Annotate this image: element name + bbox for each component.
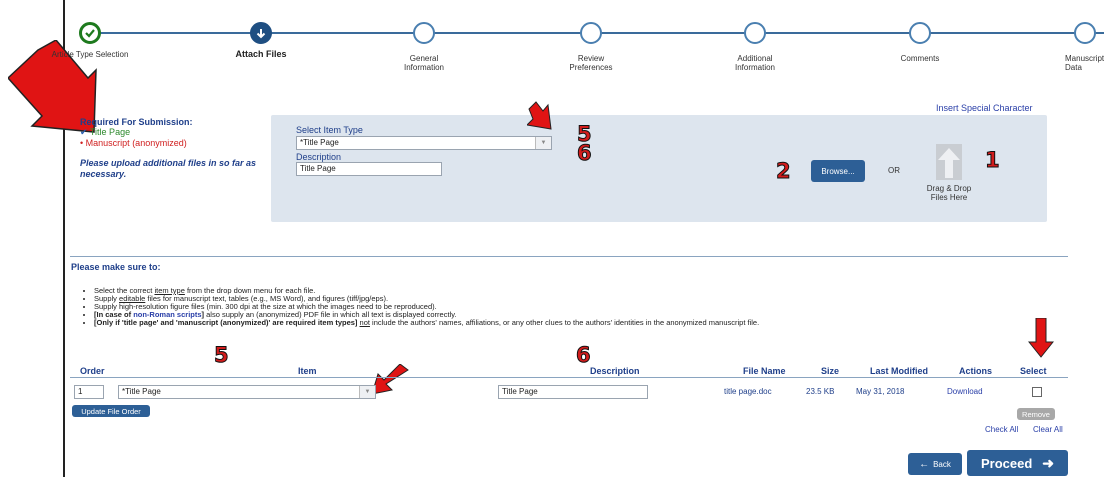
red-arrow-annotation <box>527 101 552 130</box>
step-label: General Information <box>403 54 445 72</box>
chevron-down-icon: ▼ <box>535 137 551 149</box>
step-general-information[interactable]: General Information <box>374 22 474 72</box>
arrow-left-icon: ← <box>919 458 930 470</box>
proceed-button[interactable]: Proceed ➜ <box>967 450 1068 476</box>
check-all-link[interactable]: Check All <box>985 425 1018 434</box>
step-circle-icon <box>1074 22 1096 44</box>
back-label: Back <box>933 459 951 469</box>
drag-drop-zone[interactable]: Drag & Drop Files Here <box>918 144 980 204</box>
instructions-heading: Please make sure to: <box>71 262 161 272</box>
checkmark-icon: ✔ <box>80 127 88 137</box>
select-checkbox[interactable] <box>1032 387 1042 397</box>
item-type-value: *Title Page <box>300 138 339 147</box>
remove-button[interactable]: Remove <box>1017 408 1055 420</box>
step-label: Comments <box>900 54 940 63</box>
description-input[interactable]: Title Page <box>296 162 442 176</box>
annotation-number-6: 6 <box>576 343 592 367</box>
checkmark-icon <box>79 22 101 44</box>
section-divider <box>70 256 1068 257</box>
list-item: [Only if 'title page' and 'manuscript (a… <box>94 319 1064 327</box>
step-review-preferences[interactable]: Review Preferences <box>541 22 641 72</box>
proceed-label: Proceed <box>980 455 1033 471</box>
annotation-number-1: 1 <box>985 148 1001 172</box>
step-circle-icon <box>909 22 931 44</box>
column-header-select: Select <box>1020 366 1047 376</box>
red-arrow-annotation <box>1028 318 1054 358</box>
required-title: Required For Submission: <box>80 117 193 127</box>
column-header-last-modified: Last Modified <box>870 366 928 376</box>
step-attach-files[interactable]: Attach Files <box>211 22 311 59</box>
column-header-actions: Actions <box>959 366 993 376</box>
files-table-header: Order Item Description File Name Size La… <box>70 366 1068 378</box>
file-size: 23.5 KB <box>806 387 835 396</box>
upload-note: Please upload additional files in so far… <box>80 158 257 179</box>
column-header-item: Item <box>298 366 317 376</box>
required-item-complete: ✔ Title Page <box>80 127 270 138</box>
back-button[interactable]: ← Back <box>908 453 962 475</box>
annotation-number-2: 2 <box>776 159 792 183</box>
file-name-link[interactable]: title page.doc <box>724 387 772 396</box>
update-file-order-button[interactable]: Update File Order <box>72 405 150 417</box>
step-circle-icon <box>580 22 602 44</box>
description-label: Description <box>296 152 342 162</box>
column-header-description: Description <box>590 366 640 376</box>
annotation-number-5: 5 <box>214 343 230 367</box>
step-label: Manuscript Data <box>1065 54 1104 72</box>
upload-arrow-icon <box>936 144 962 180</box>
select-item-type-label: Select Item Type <box>296 125 363 135</box>
required-item-label: Title Page <box>89 127 131 137</box>
or-label: OR <box>888 166 900 175</box>
step-label: Attach Files <box>235 49 287 59</box>
step-label: Article Type Selection <box>51 50 129 59</box>
step-manuscript-data[interactable]: Manuscript Data <box>1035 22 1104 72</box>
column-header-file-name: File Name <box>743 366 786 376</box>
required-item-label: Manuscript (anonymized) <box>85 138 187 148</box>
column-header-size: Size <box>821 366 840 376</box>
chevron-down-icon: ▼ <box>359 386 375 398</box>
order-input[interactable]: 1 <box>74 385 104 399</box>
step-article-type[interactable]: Article Type Selection <box>40 22 140 59</box>
step-circle-icon <box>744 22 766 44</box>
row-item-type-value: *Title Page <box>122 387 161 396</box>
instructions-list: Select the correct item type from the dr… <box>94 287 1064 327</box>
bullet-icon: • <box>80 138 84 148</box>
step-label: Review Preferences <box>569 54 613 72</box>
column-header-order: Order <box>80 366 105 376</box>
required-for-submission-panel: Required For Submission: ✔ Title Page • … <box>80 117 270 180</box>
arrow-right-icon: ➜ <box>1042 454 1055 471</box>
insert-special-character-link[interactable]: Insert Special Character <box>936 103 1033 113</box>
step-comments[interactable]: Comments <box>870 22 970 63</box>
browse-button[interactable]: Browse... <box>811 160 865 182</box>
progress-stepper: Article Type Selection Attach Files Gene… <box>0 0 1104 80</box>
last-modified: May 31, 2018 <box>856 387 905 396</box>
clear-all-link[interactable]: Clear All <box>1033 425 1063 434</box>
item-type-select[interactable]: *Title Page ▼ <box>296 136 552 150</box>
download-link[interactable]: Download <box>947 387 983 396</box>
row-item-type-select[interactable]: *Title Page ▼ <box>118 385 376 399</box>
drag-drop-label: Drag & Drop Files Here <box>926 184 972 202</box>
required-item-missing: • Manuscript (anonymized) <box>80 138 270 148</box>
arrow-down-icon <box>250 22 272 44</box>
row-description-input[interactable]: Title Page <box>498 385 648 399</box>
table-row: 1 *Title Page ▼ Title Page title page.do… <box>70 383 1068 401</box>
step-label: Additional Information <box>734 54 776 72</box>
step-circle-icon <box>413 22 435 44</box>
step-additional-information[interactable]: Additional Information <box>705 22 805 72</box>
annotation-number-6: 6 <box>577 141 593 165</box>
